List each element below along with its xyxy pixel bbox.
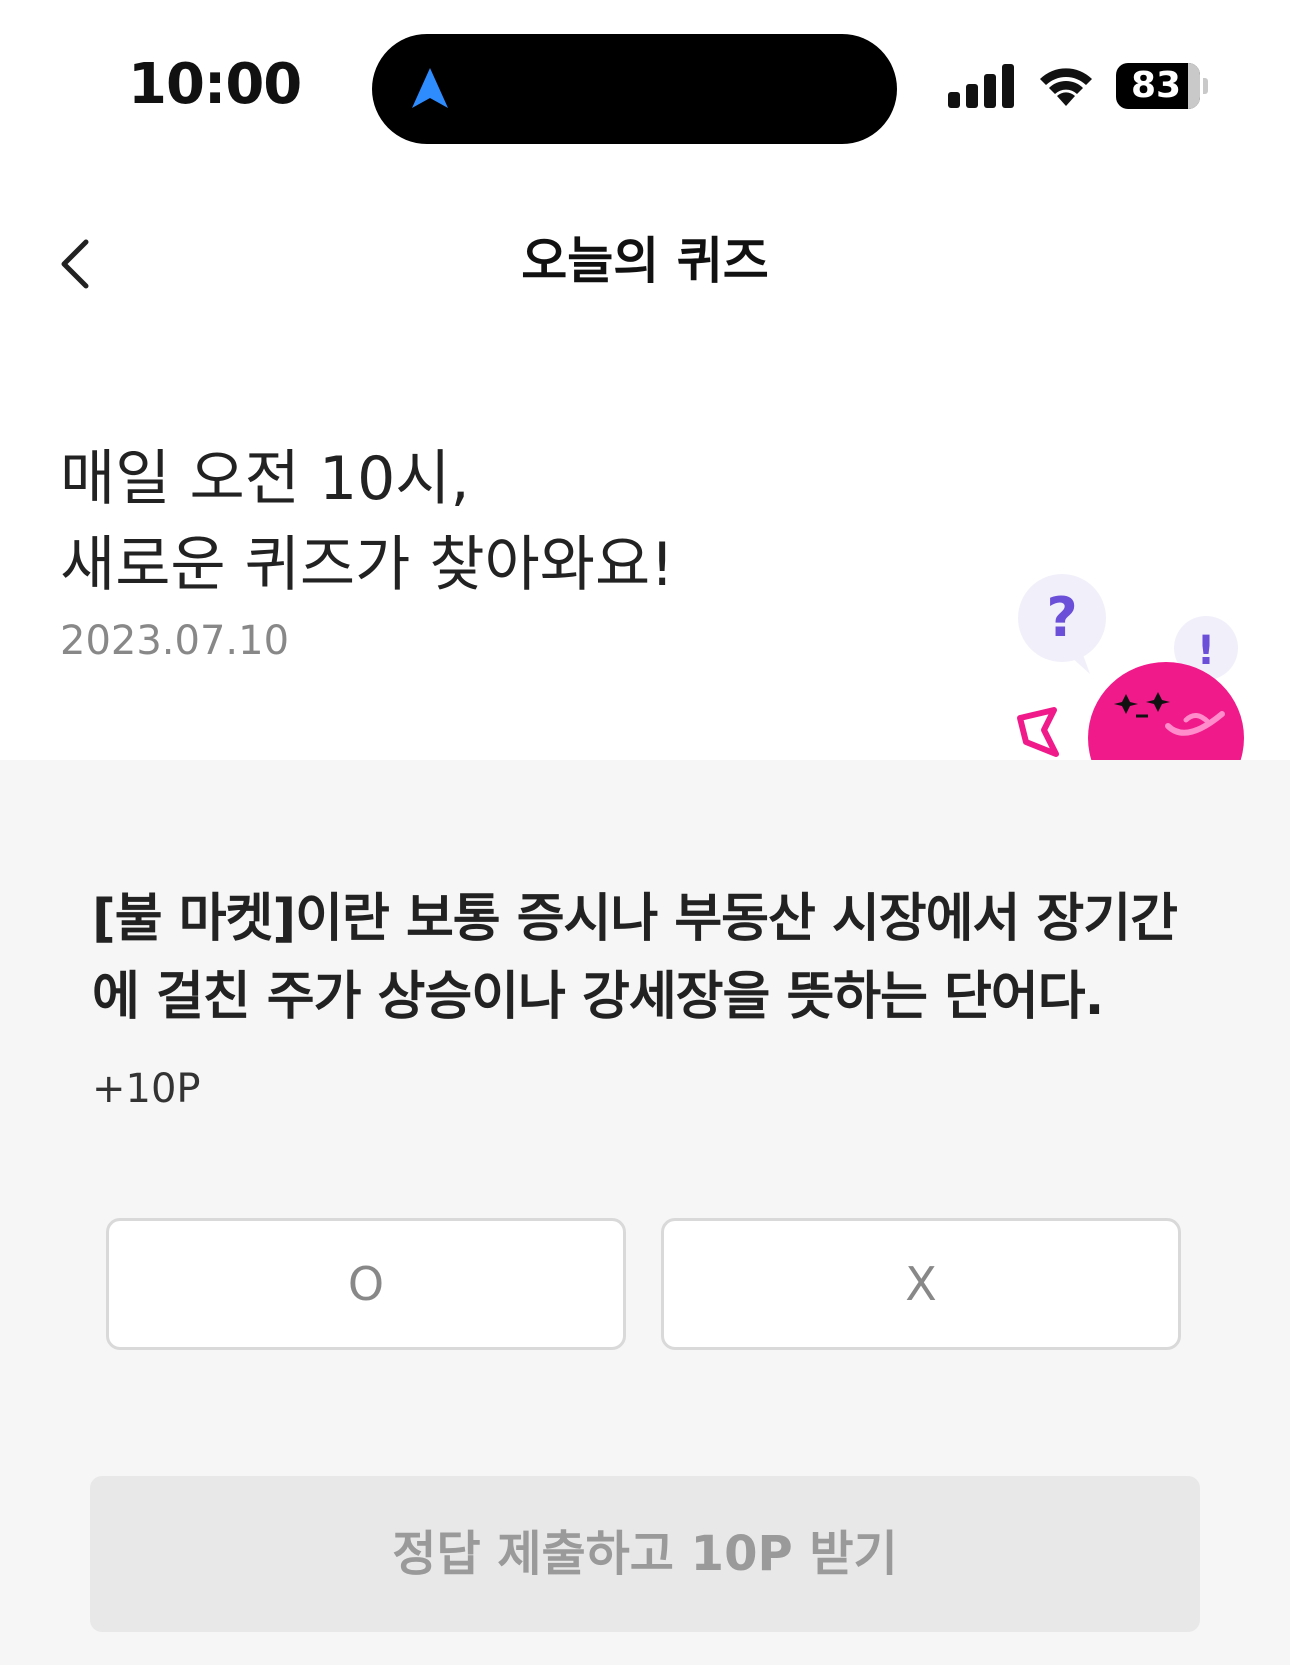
intro-line-1: 매일 오전 10시, — [60, 444, 470, 514]
wifi-icon — [1040, 68, 1092, 106]
quiz-mascot-illustration: ? ! — [1017, 574, 1244, 760]
header: 오늘의 퀴즈 — [0, 200, 1290, 320]
answer-x-button[interactable]: X — [661, 1218, 1181, 1350]
navigation-arrow-icon — [412, 68, 448, 108]
quiz-reward: +10P — [92, 1066, 201, 1112]
answer-o-button[interactable]: O — [106, 1218, 626, 1350]
page-title: 오늘의 퀴즈 — [521, 232, 769, 290]
submit-answer-button[interactable]: 정답 제출하고 10P 받기 — [90, 1476, 1200, 1632]
mascot-question-mark: ? — [1046, 586, 1077, 649]
quiz-date: 2023.07.10 — [60, 618, 290, 664]
dynamic-island — [372, 34, 897, 144]
status-bar: 10:00 83 — [0, 0, 1290, 150]
battery-tip — [1203, 78, 1208, 94]
battery-icon: 83 — [1116, 63, 1208, 109]
battery-level: 83 — [1130, 65, 1182, 106]
quiz-panel: [불 마켓]이란 보통 증시나 부동산 시장에서 장기간에 걸친 주가 상승이나… — [0, 760, 1290, 1665]
intro-line-2: 새로운 퀴즈가 찾아와요! — [60, 530, 675, 600]
status-time: 10:00 — [128, 52, 302, 117]
signal-icon — [948, 64, 1014, 108]
quiz-question: [불 마켓]이란 보통 증시나 부동산 시장에서 장기간에 걸친 주가 상승이나… — [92, 889, 1178, 1027]
intro-section: 매일 오전 10시, 새로운 퀴즈가 찾아와요! 2023.07.10 — [60, 436, 960, 666]
mascot-exclaim-mark: ! — [1197, 628, 1215, 674]
